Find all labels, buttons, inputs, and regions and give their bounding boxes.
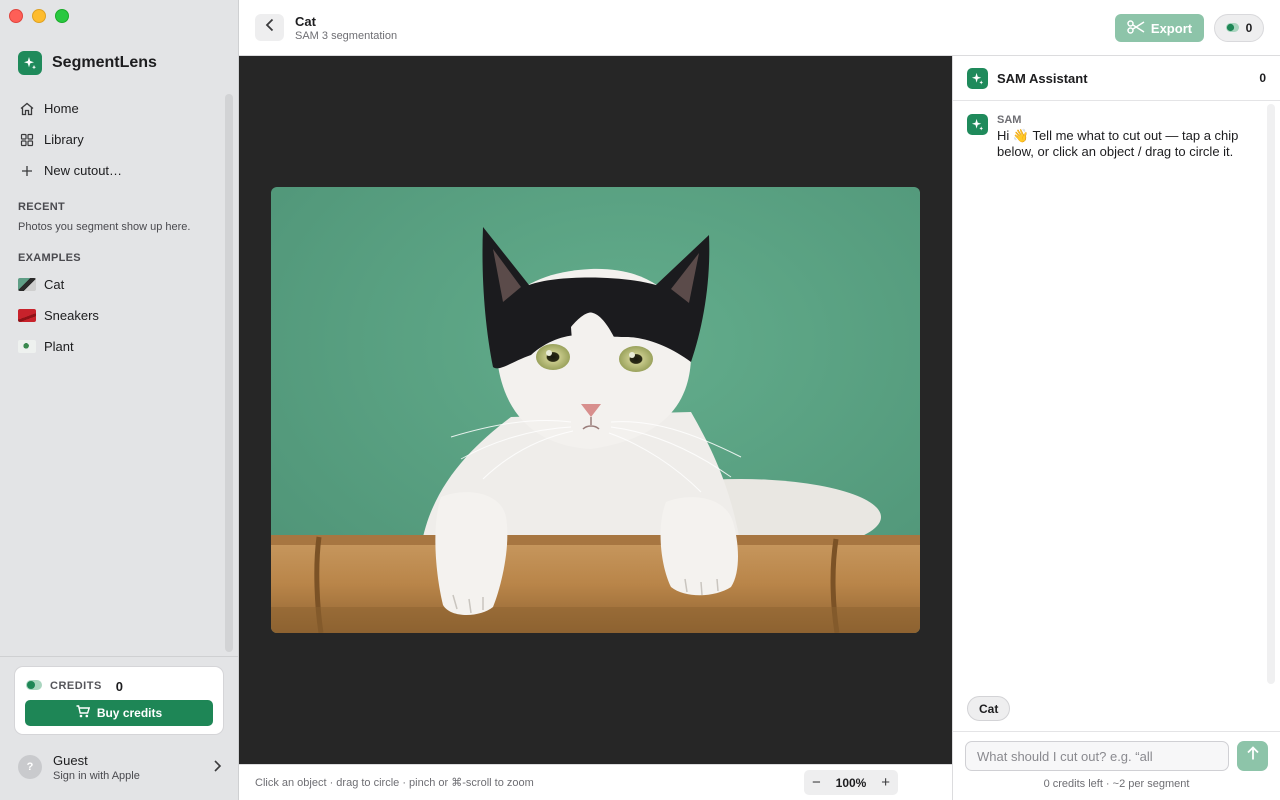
chevron-left-icon (265, 18, 275, 37)
user-name: Guest (53, 752, 88, 768)
plus-icon (19, 163, 35, 179)
zoom-level: 100% (835, 775, 867, 790)
sidebar: SegmentLens Home Library New cutout… REC… (0, 0, 239, 800)
suggestion-chip-cat[interactable]: Cat (967, 696, 1011, 721)
page-subtitle: SAM 3 segmentation (295, 30, 398, 42)
close-window-button[interactable] (9, 9, 23, 23)
sidebar-item-home[interactable]: Home (10, 93, 220, 124)
message-sender: SAM (997, 114, 1022, 126)
segment-count: 0 (1259, 71, 1266, 85)
back-button[interactable] (255, 14, 284, 41)
credits-toggle-icon (26, 677, 42, 695)
examples-section-label: EXAMPLES (18, 252, 81, 264)
export-label: Export (1150, 20, 1193, 36)
canvas-status-bar: Click an object · drag to circle · pinch… (239, 764, 952, 800)
example-item-cat[interactable]: Cat (10, 269, 220, 300)
avatar: ? (18, 755, 42, 779)
chat-scrollbar[interactable] (1267, 104, 1275, 684)
example-item-label: Plant (44, 339, 74, 354)
sidebar-nav: Home Library New cutout… (10, 93, 220, 186)
composer-divider (953, 731, 1280, 732)
message-text: Hi 👋 Tell me what to cut out — tap a chi… (997, 128, 1239, 159)
assistant-title: SAM Assistant (997, 71, 1088, 86)
sidebar-item-label: Home (44, 101, 79, 116)
sneakers-thumbnail (18, 309, 36, 322)
credits-label: CREDITS (50, 680, 102, 692)
arrow-up-icon (1246, 746, 1260, 766)
brand-name: SegmentLens (52, 54, 157, 71)
example-item-label: Cat (44, 277, 65, 292)
sidebar-scrollbar[interactable] (225, 94, 233, 652)
window-controls (9, 9, 69, 23)
send-button[interactable] (1237, 741, 1268, 771)
scissors-icon (1127, 19, 1145, 37)
toolbar: Cat SAM 3 segmentation Export 0 (239, 0, 1280, 56)
sidebar-item-label: Library (44, 132, 84, 147)
export-button[interactable]: Export (1115, 14, 1204, 42)
sparkle-logo-icon (18, 51, 42, 75)
page-title: Cat (295, 14, 316, 29)
cat-photo[interactable] (271, 187, 920, 633)
sidebar-item-label: New cutout… (44, 163, 123, 178)
credits-toggle-icon (1225, 21, 1239, 35)
assistant-panel: SAM Assistant 0 SAM Hi 👋 Tell me what to… (952, 56, 1280, 800)
user-account-row[interactable]: ? Guest Sign in with Apple (18, 751, 226, 783)
zoom-control: − 100% + (804, 770, 898, 795)
recent-empty-note: Photos you segment show up here. (18, 221, 191, 233)
example-item-label: Sneakers (44, 308, 99, 323)
example-item-plant[interactable]: Plant (10, 331, 220, 362)
sidebar-item-new-cutout[interactable]: New cutout… (10, 155, 220, 186)
cat-thumbnail (18, 278, 36, 291)
home-icon (19, 101, 35, 117)
image-canvas[interactable] (239, 56, 952, 764)
plant-thumbnail (18, 340, 36, 353)
example-item-sneakers[interactable]: Sneakers (10, 300, 220, 331)
chevron-right-icon (212, 759, 222, 778)
credit-balance-count: 0 (1245, 21, 1253, 35)
examples-list: Cat Sneakers Plant (10, 269, 220, 362)
credits-count: 0 (115, 678, 124, 694)
buy-credits-button[interactable]: Buy credits (25, 700, 213, 726)
zoom-out-button[interactable]: − (812, 775, 821, 790)
zoom-in-button[interactable]: + (881, 775, 890, 790)
prompt-input[interactable] (965, 741, 1229, 771)
recent-section-label: RECENT (18, 201, 66, 213)
credit-balance-pill[interactable]: 0 (1214, 14, 1264, 42)
credits-footnote: 0 credits left · ~2 per segment (1043, 778, 1190, 790)
sparkle-logo-icon (967, 68, 988, 89)
assistant-header: SAM Assistant 0 (953, 56, 1280, 101)
buy-credits-label: Buy credits (96, 706, 163, 720)
cart-icon (76, 705, 90, 721)
minimize-window-button[interactable] (32, 9, 46, 23)
brand: SegmentLens (18, 51, 157, 75)
sidebar-item-library[interactable]: Library (10, 124, 220, 155)
grid-icon (19, 132, 35, 148)
canvas-hint: Click an object · drag to circle · pinch… (255, 777, 534, 789)
credits-card: CREDITS 0 Buy credits (14, 666, 224, 735)
sparkle-avatar-icon (967, 114, 988, 135)
sign-in-hint: Sign in with Apple (53, 769, 140, 782)
zoom-window-button[interactable] (55, 9, 69, 23)
sidebar-divider (0, 656, 238, 657)
